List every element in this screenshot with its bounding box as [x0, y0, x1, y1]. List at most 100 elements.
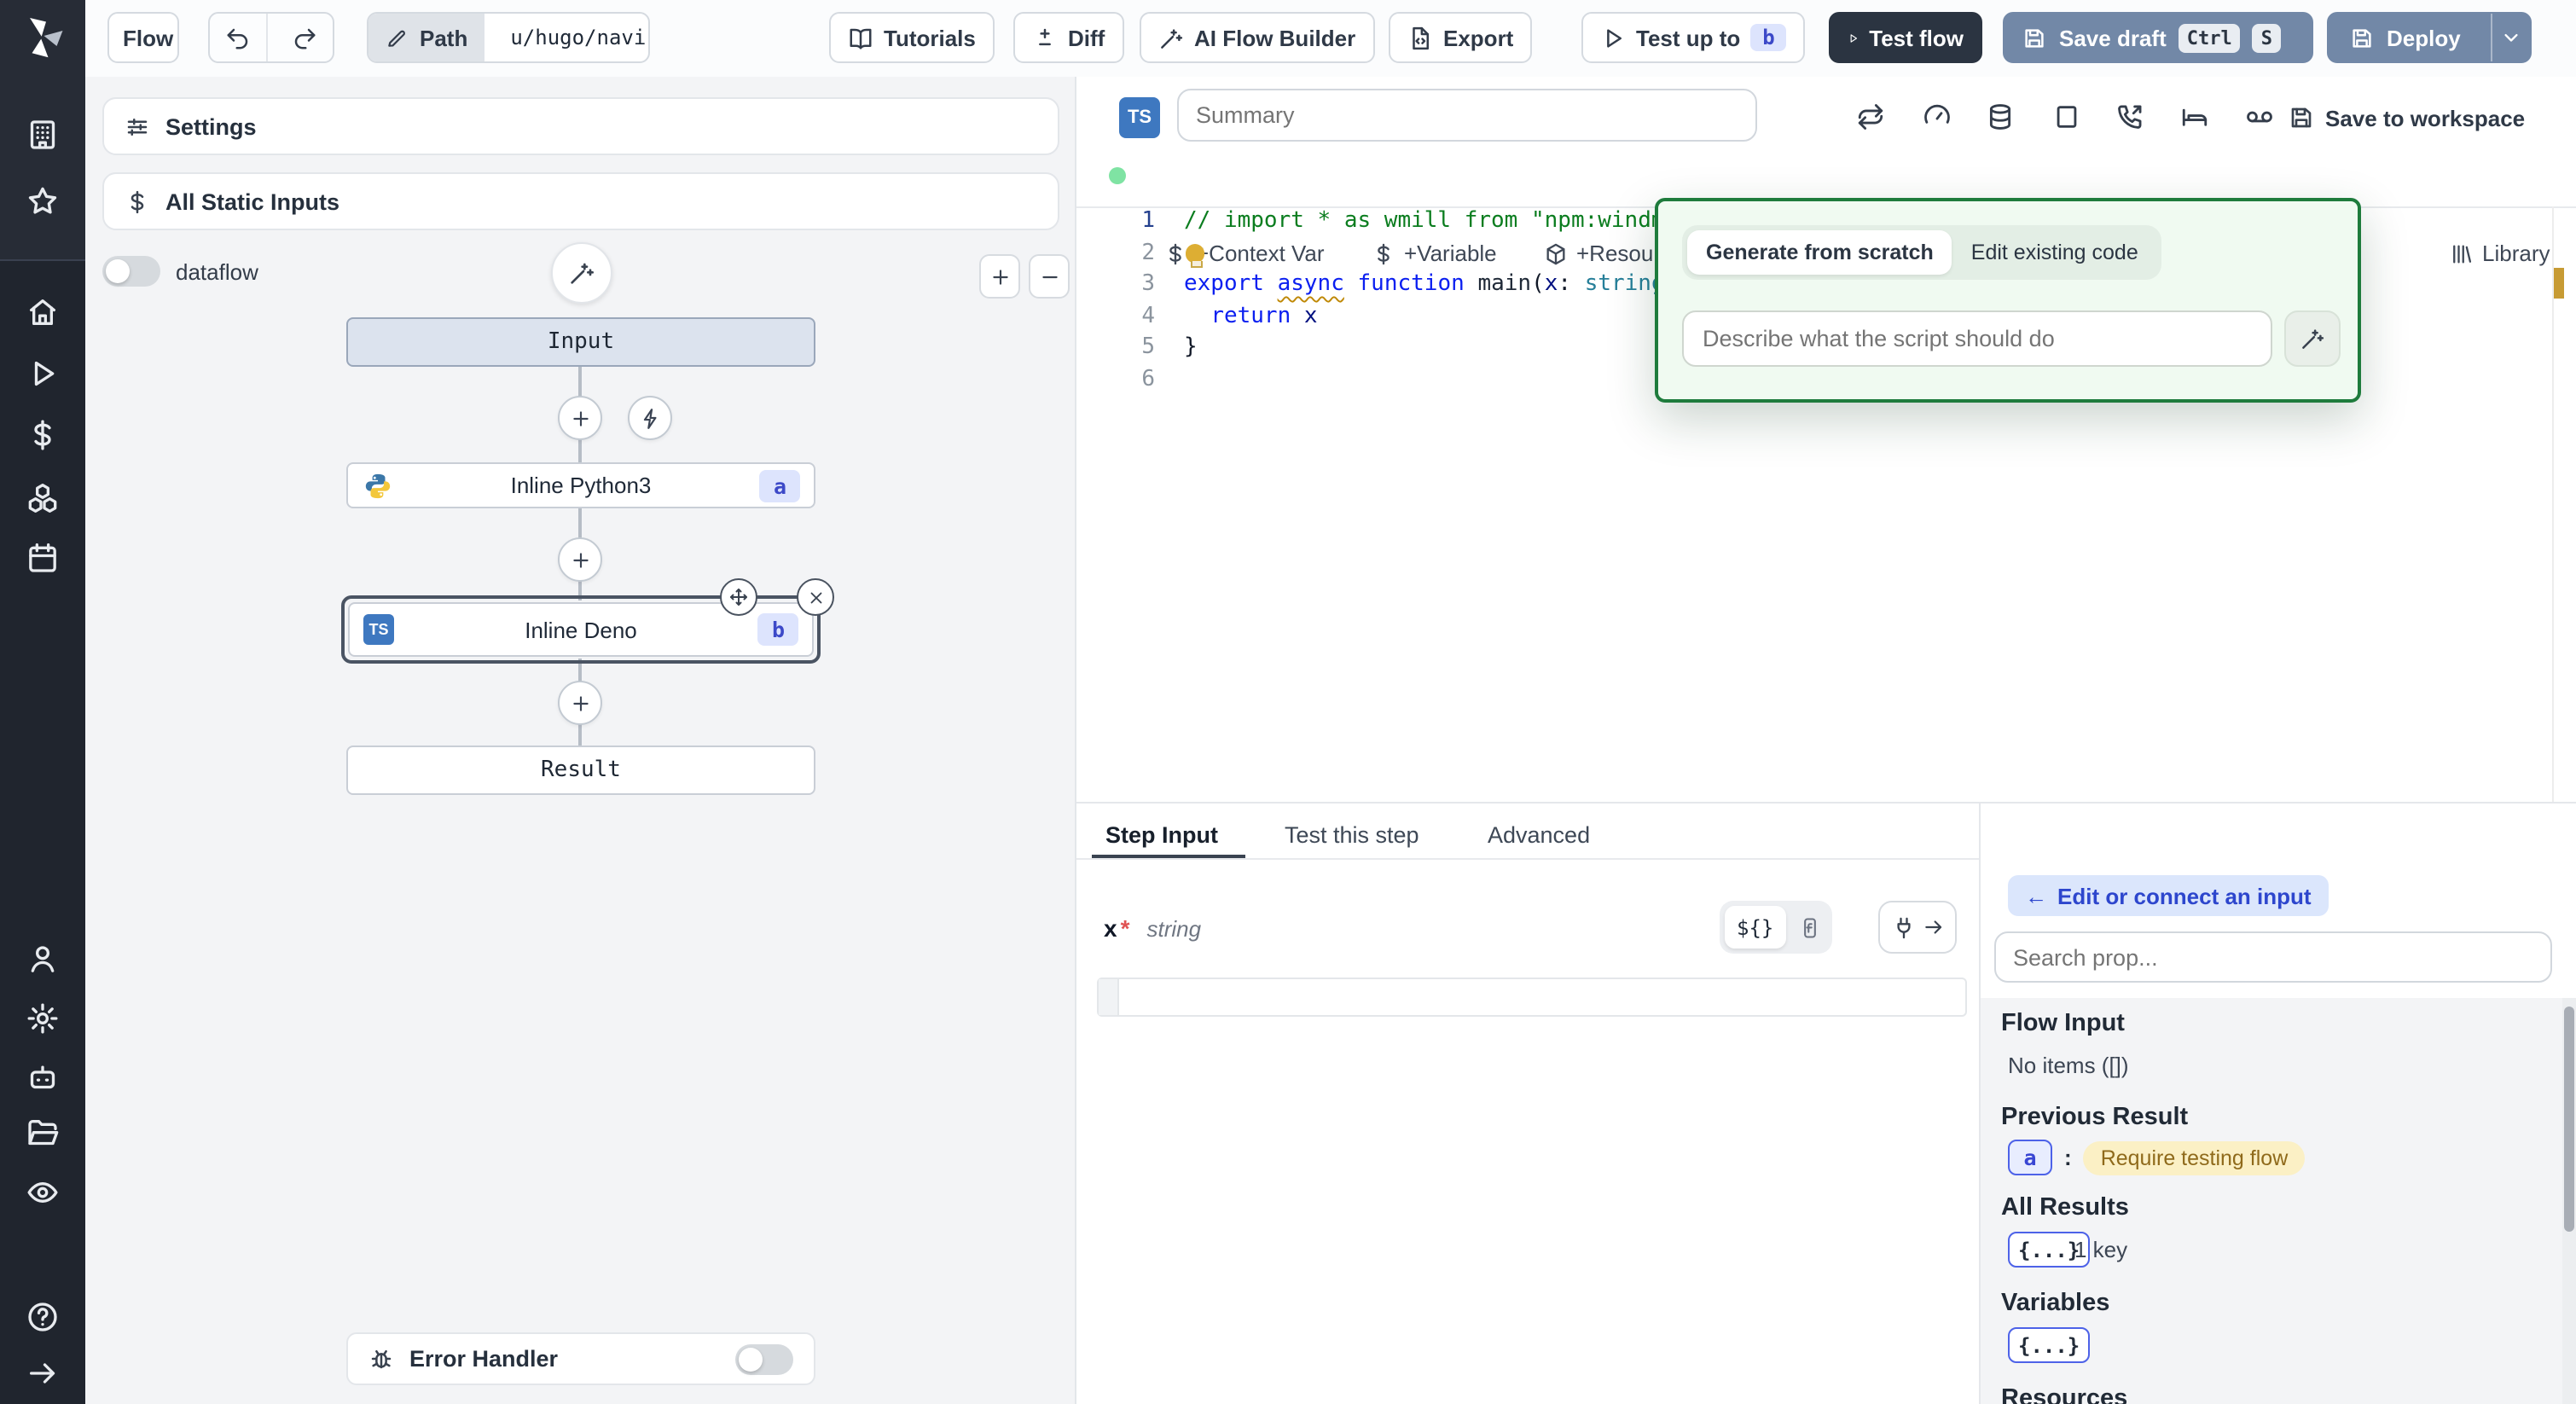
schedules-calendar-icon[interactable]	[26, 541, 60, 575]
result-key-badge[interactable]: a	[2008, 1140, 2052, 1175]
summary-input[interactable]	[1177, 89, 1757, 142]
collapse-arrow-icon[interactable]	[26, 1356, 60, 1390]
delete-node-button[interactable]	[797, 578, 834, 616]
tab-edit-existing-code[interactable]: Edit existing code	[1952, 230, 2157, 275]
deploy-split-button: Deploy	[2327, 12, 2532, 63]
path-label-segment[interactable]: Path	[368, 14, 484, 61]
pencil-icon	[386, 26, 408, 49]
previous-result-value-chip[interactable]: Require testing flow	[2084, 1140, 2306, 1175]
scrollbar-thumb[interactable]	[2564, 1007, 2574, 1232]
code-token: x	[1545, 271, 1558, 297]
tab-generate-from-scratch[interactable]: Generate from scratch	[1687, 230, 1952, 275]
resources-heading: Resources	[2001, 1385, 2127, 1404]
help-icon[interactable]	[26, 1300, 60, 1334]
save-to-workspace-button[interactable]: Save to workspace	[2288, 97, 2525, 138]
tutorials-button[interactable]: Tutorials	[829, 12, 995, 63]
function-icon	[1797, 915, 1821, 939]
error-handler-toggle[interactable]	[735, 1343, 793, 1374]
graph-ai-wand-button[interactable]	[551, 242, 612, 304]
line-number: 1	[1076, 206, 1184, 238]
undo-button[interactable]	[210, 14, 267, 61]
dataflow-toggle[interactable]	[102, 256, 160, 287]
favorites-star-icon[interactable]	[26, 184, 60, 218]
function-mode-chip[interactable]	[1789, 906, 1830, 949]
line-number: 6	[1076, 364, 1184, 396]
node-inline-python3[interactable]: Inline Python3 a	[346, 462, 815, 508]
lightbulb-icon[interactable]	[1186, 243, 1204, 262]
redo-button[interactable]	[277, 14, 333, 61]
repeat-icon[interactable]	[1856, 102, 1885, 131]
voicemail-icon[interactable]	[2245, 102, 2274, 131]
robot-icon[interactable]	[26, 1059, 60, 1094]
diff-button[interactable]: Diff	[1013, 12, 1123, 63]
phone-incoming-icon[interactable]	[2115, 102, 2144, 131]
save-draft-button[interactable]: Save draft Ctrl S	[2003, 12, 2313, 63]
step-badge-b: b	[758, 613, 798, 646]
error-handler-card[interactable]: Error Handler	[346, 1332, 815, 1385]
user-icon[interactable]	[26, 942, 60, 976]
line-number: 4	[1076, 301, 1184, 333]
flow-settings-button[interactable]: Settings	[102, 97, 1059, 155]
zoom-in-button[interactable]	[979, 254, 1020, 299]
ai-popup-tabs: Generate from scratch Edit existing code	[1682, 225, 2162, 280]
gear-icon[interactable]	[26, 1001, 60, 1036]
arrow-left-icon: ←	[2025, 883, 2047, 908]
path-control[interactable]: Path u/hugo/navi	[367, 12, 650, 63]
variables-dollar-icon[interactable]	[26, 418, 60, 452]
field-value-input[interactable]	[1097, 978, 1967, 1017]
test-flow-button[interactable]: Test flow	[1829, 12, 1982, 63]
export-button[interactable]: Export	[1389, 12, 1532, 63]
code-token: x	[1304, 303, 1318, 328]
search-prop-input[interactable]	[1994, 931, 2552, 983]
code-token: main	[1477, 271, 1531, 297]
workspace-building-icon[interactable]	[26, 118, 60, 152]
tab-advanced[interactable]: Advanced	[1488, 822, 1590, 848]
typescript-icon: TS	[1119, 97, 1160, 138]
wand-icon	[568, 259, 595, 287]
plug-icon	[1891, 915, 1915, 939]
database-icon[interactable]	[1986, 102, 2015, 131]
bottom-panel-divider[interactable]	[1076, 802, 2576, 804]
code-token	[1184, 303, 1210, 328]
route-icon[interactable]	[2180, 102, 2209, 131]
deploy-button[interactable]: Deploy	[2329, 14, 2481, 61]
wand-icon	[2300, 326, 2325, 351]
move-node-button[interactable]	[720, 578, 757, 616]
tabbar-border	[1076, 858, 1979, 860]
window-icon[interactable]	[2052, 102, 2081, 131]
plus-icon	[989, 265, 1011, 287]
template-mode-chip[interactable]: ${}	[1725, 906, 1785, 949]
add-step-button[interactable]	[558, 537, 602, 582]
save-icon	[2349, 25, 2375, 50]
folder-icon[interactable]	[26, 1116, 60, 1150]
required-asterisk: *	[1121, 914, 1130, 942]
ai-generate-button[interactable]	[2284, 310, 2341, 367]
variables-object-badge[interactable]: {...}	[2008, 1327, 2090, 1363]
all-static-inputs-button[interactable]: All Static Inputs	[102, 172, 1059, 230]
add-step-button[interactable]	[558, 396, 602, 440]
eye-icon[interactable]	[26, 1175, 60, 1210]
gauge-icon[interactable]	[1923, 102, 1952, 131]
ai-flow-builder-button[interactable]: AI Flow Builder	[1140, 12, 1374, 63]
add-step-button[interactable]	[558, 681, 602, 725]
connect-input-button[interactable]	[1878, 901, 1957, 954]
tab-step-input[interactable]: Step Input	[1105, 822, 1218, 848]
node-input[interactable]: Input	[346, 317, 815, 367]
home-icon[interactable]	[26, 295, 60, 329]
runs-play-icon[interactable]	[26, 357, 60, 391]
all-results-info: 1 key	[2074, 1237, 2127, 1262]
flow-mode-button[interactable]: Flow	[107, 12, 179, 63]
edit-or-connect-button[interactable]: ← Edit or connect an input	[2008, 875, 2329, 916]
windmill-logo[interactable]	[17, 12, 68, 63]
trigger-bolt-button[interactable]	[628, 396, 672, 440]
tab-test-this-step[interactable]: Test this step	[1285, 822, 1419, 848]
deploy-dropdown-button[interactable]	[2492, 14, 2530, 61]
sliders-icon	[125, 113, 150, 139]
ai-prompt-input[interactable]	[1682, 310, 2272, 367]
kbd-ctrl: Ctrl	[2179, 23, 2241, 52]
resources-cubes-icon[interactable]	[26, 481, 60, 515]
line-number: 3	[1076, 270, 1184, 301]
zoom-out-button[interactable]	[1029, 254, 1070, 299]
node-result[interactable]: Result	[346, 746, 815, 795]
test-up-to-button[interactable]: Test up to b	[1581, 12, 1806, 63]
